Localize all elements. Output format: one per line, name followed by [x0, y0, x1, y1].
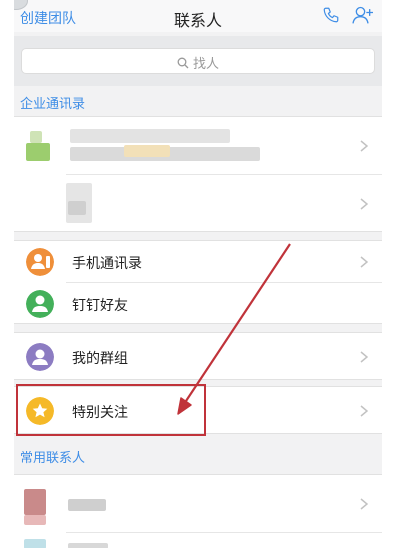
menu-label-my-groups: 我的群组: [72, 351, 128, 367]
search-bar: 找人: [14, 36, 382, 86]
contacts-screen: 创建团队 联系人 找人 企业通讯录 手机通讯录 钉钉好友 我的群组 特别关注 常…: [14, 0, 382, 548]
menu-label-phone-contacts: 手机通讯录: [72, 256, 142, 272]
blurred-name: [68, 499, 106, 511]
search-icon: [177, 57, 189, 69]
blurred-avatar: [24, 539, 46, 548]
menu-item-phone-contacts[interactable]: 手机通讯录: [14, 241, 382, 283]
section-title-frequent: 常用联系人: [20, 451, 86, 466]
blurred-avatar: [24, 489, 46, 515]
frequent-contacts-list: [14, 474, 382, 548]
blurred-name: [68, 201, 86, 215]
frequent-contact-item[interactable]: [14, 475, 382, 533]
blurred-avatar-part: [26, 143, 50, 161]
enterprise-item[interactable]: [14, 117, 382, 175]
menu-item-dingtalk-friends[interactable]: 钉钉好友: [14, 283, 382, 325]
phone-icon[interactable]: [322, 6, 340, 24]
chevron-right-icon: [360, 198, 368, 210]
blurred-name: [68, 543, 108, 548]
menu-item-my-groups[interactable]: 我的群组: [14, 333, 382, 381]
friends-icon: [26, 290, 54, 318]
menu-label-dingtalk-friends: 钉钉好友: [72, 298, 128, 314]
frequent-contact-item[interactable]: [14, 533, 382, 548]
search-input[interactable]: 找人: [21, 48, 375, 74]
blurred-detail-part: [124, 145, 170, 157]
blurred-avatar-part: [24, 515, 46, 525]
enterprise-list: [14, 116, 382, 232]
groups-icon: [26, 343, 54, 371]
chevron-right-icon: [360, 256, 368, 268]
navbar: 创建团队 联系人: [14, 0, 382, 32]
chevron-right-icon: [360, 405, 368, 417]
chevron-right-icon: [360, 140, 368, 152]
annotation-highlight-box: [16, 384, 206, 436]
add-user-icon[interactable]: [352, 5, 374, 25]
contacts-menu-group: 手机通讯录 钉钉好友: [14, 240, 382, 324]
enterprise-item[interactable]: [14, 175, 382, 233]
chevron-right-icon: [360, 351, 368, 363]
section-header-frequent: 常用联系人: [14, 440, 382, 470]
chevron-right-icon: [360, 498, 368, 510]
blurred-avatar: [30, 131, 42, 143]
section-header-enterprise: 企业通讯录: [14, 86, 382, 116]
phone-contacts-icon: [26, 248, 54, 276]
blurred-name: [70, 129, 230, 143]
section-title-enterprise: 企业通讯录: [20, 97, 86, 112]
groups-menu-group: 我的群组: [14, 332, 382, 380]
search-placeholder: 找人: [192, 57, 219, 72]
